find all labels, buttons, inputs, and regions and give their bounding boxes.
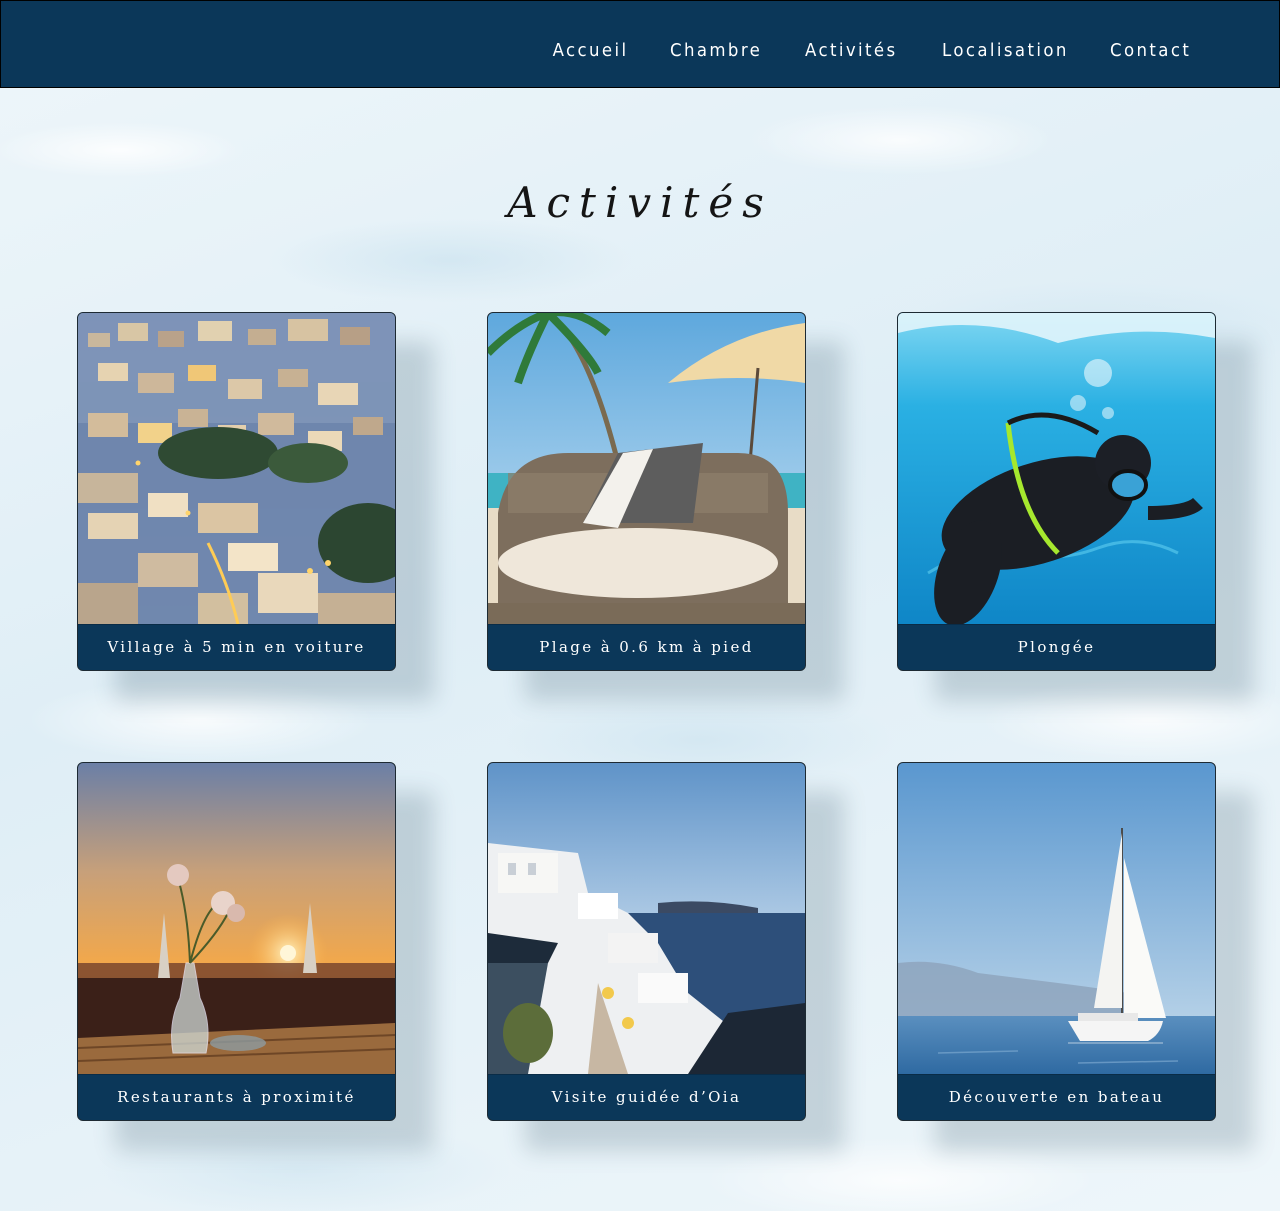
nav-link-accueil[interactable]: Accueil — [552, 38, 628, 64]
activity-card-diving[interactable]: Plongée — [897, 312, 1216, 671]
activity-card-restaurants[interactable]: Restaurants à proximité — [77, 762, 396, 1121]
activity-card-boat[interactable]: Découverte en bateau — [897, 762, 1216, 1121]
nav-link-contact[interactable]: Contact — [1110, 38, 1191, 64]
activity-caption: Plongée — [898, 624, 1215, 670]
main-nav: Accueil Chambre Activités Localisation C… — [546, 38, 1191, 64]
activity-caption: Village à 5 min en voiture — [78, 624, 395, 670]
sunset-terrace-photo — [78, 763, 395, 1074]
oia-village-photo — [488, 763, 805, 1074]
scuba-diver-photo — [898, 313, 1215, 624]
activity-caption: Restaurants à proximité — [78, 1074, 395, 1120]
sailboat-photo — [898, 763, 1215, 1074]
activity-caption: Plage à 0.6 km à pied — [488, 624, 805, 670]
site-header: Accueil Chambre Activités Localisation C… — [0, 0, 1280, 88]
nav-link-activites[interactable]: Activités — [805, 38, 897, 64]
activity-card-village[interactable]: Village à 5 min en voiture — [77, 312, 396, 671]
beach-lounge-photo — [488, 313, 805, 624]
page-title: Activités — [507, 178, 773, 227]
activity-caption: Visite guidée d’Oia — [488, 1074, 805, 1120]
activity-caption: Découverte en bateau — [898, 1074, 1215, 1120]
activity-card-oia[interactable]: Visite guidée d’Oia — [487, 762, 806, 1121]
nav-link-localisation[interactable]: Localisation — [942, 38, 1069, 64]
hillside-town-photo — [78, 313, 395, 624]
nav-link-chambre[interactable]: Chambre — [670, 38, 762, 64]
activity-card-beach[interactable]: Plage à 0.6 km à pied — [487, 312, 806, 671]
